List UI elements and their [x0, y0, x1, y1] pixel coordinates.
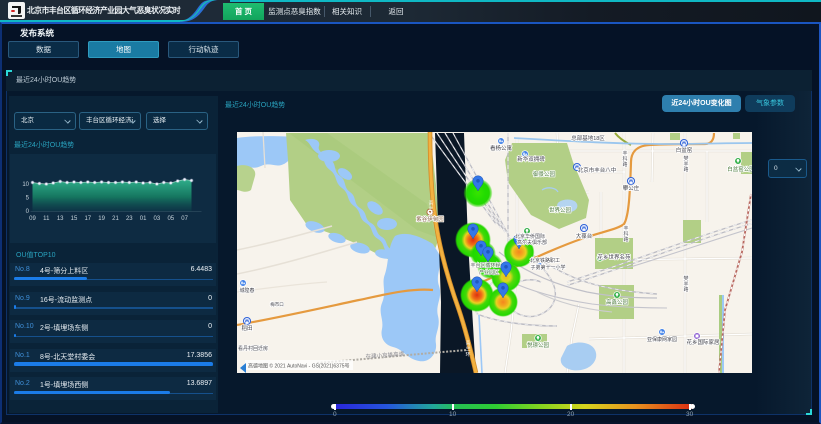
svg-text:北京铁路职工: 北京铁路职工 — [530, 257, 560, 264]
svg-text:御景公园: 御景公园 — [533, 170, 556, 178]
svg-text:07: 07 — [181, 216, 188, 222]
svg-text:高鑫公园: 高鑫公园 — [606, 298, 629, 306]
svg-text:17: 17 — [84, 216, 91, 222]
svg-text:05: 05 — [167, 216, 174, 222]
svg-text:5: 5 — [26, 196, 30, 202]
svg-text:世界公园: 世界公园 — [549, 206, 572, 214]
svg-text:15: 15 — [71, 216, 78, 222]
svg-text:高德地图 © 2021 AutoNavi - GS(2021: 高德地图 © 2021 AutoNavi - GS(2021)6375号 — [248, 363, 350, 370]
svg-text:总部基地18区: 总部基地18区 — [571, 134, 605, 142]
svg-text:城隍春: 城隍春 — [239, 287, 254, 294]
svg-text:樊羊路: 樊羊路 — [683, 155, 688, 173]
svg-text:悦璟公园: 悦璟公园 — [527, 341, 550, 349]
svg-text:10: 10 — [22, 182, 29, 188]
svg-text:攀公庄: 攀公庄 — [623, 184, 640, 192]
svg-text:白盆窑: 白盆窑 — [676, 146, 693, 154]
svg-text:丰科路: 丰科路 — [623, 225, 628, 243]
svg-text:丰科路: 丰科路 — [622, 150, 627, 168]
svg-text:北京市丰台八中: 北京市丰台八中 — [578, 166, 617, 174]
svg-text:21: 21 — [112, 216, 119, 222]
svg-text:花乡世界名苑: 花乡世界名苑 — [597, 253, 631, 261]
svg-text:09: 09 — [29, 216, 36, 222]
svg-text:01: 01 — [140, 216, 147, 222]
svg-text:丰台区循环经济: 丰台区循环经济 — [470, 262, 505, 269]
svg-text:北京华侨国际: 北京华侨国际 — [515, 233, 545, 240]
svg-text:看丹村回迁房: 看丹村回迁房 — [238, 345, 268, 352]
svg-text:亚保康网家园: 亚保康网家园 — [647, 336, 677, 343]
svg-text:03: 03 — [154, 216, 161, 222]
svg-text:23: 23 — [126, 216, 133, 222]
svg-text:花乡国际家居: 花乡国际家居 — [686, 338, 720, 346]
svg-text:青兰环: 青兰环 — [465, 340, 470, 358]
svg-text:大葆台: 大葆台 — [576, 232, 593, 240]
svg-text:产业园区: 产业园区 — [479, 269, 499, 276]
svg-text:看杨公寓: 看杨公寓 — [490, 144, 513, 152]
svg-text:白盆窑公园: 白盆窑公园 — [727, 165, 752, 173]
svg-text:0: 0 — [26, 209, 30, 215]
svg-text:青兰环: 青兰环 — [428, 200, 433, 218]
svg-text:稻田: 稻田 — [241, 324, 252, 332]
svg-text:新华双拥碑: 新华双拥碑 — [517, 155, 545, 163]
svg-text:子弟第十一小学: 子弟第十一小学 — [530, 264, 565, 271]
svg-text:19: 19 — [98, 216, 105, 222]
svg-text:樊羊路: 樊羊路 — [683, 275, 688, 293]
svg-text:13: 13 — [57, 216, 64, 222]
svg-text:高尔夫俱乐部: 高尔夫俱乐部 — [517, 239, 547, 246]
svg-text:梅市口: 梅市口 — [270, 301, 284, 308]
svg-text:11: 11 — [43, 216, 50, 222]
